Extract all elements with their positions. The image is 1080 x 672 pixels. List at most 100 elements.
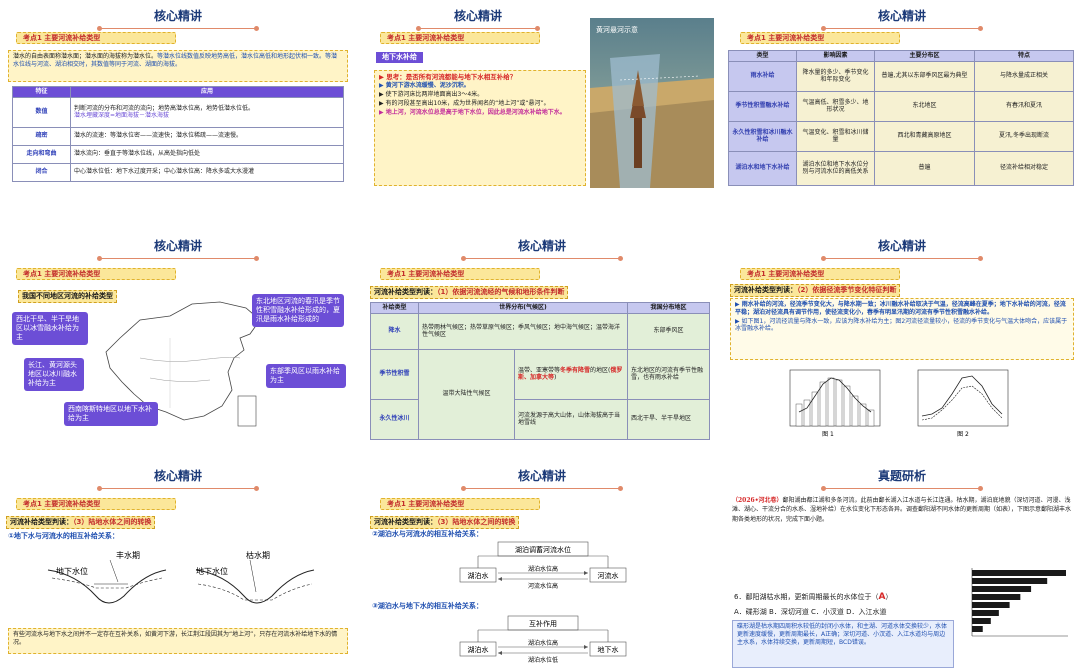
title-underline: [97, 255, 259, 261]
topic-bar: 考点1 主要河流补给类型: [16, 268, 176, 280]
table-row: 雨水补给 降水量的多少、季节变化和年际变化 普遍,尤其以东部季风区最为典型 与降…: [728, 60, 1074, 92]
cell-text: 判断河流的分布和河流的流向；地势高潜水位高，地势低潜水位低。: [74, 104, 255, 112]
point-2: ▶ 使下游河床比两岸地面高出3～4米。: [379, 91, 484, 99]
lake-river-diagram: 湖泊调蓄河流水位 湖泊水 河流水 湖泊水位高 河流水位高: [459, 541, 627, 590]
col-china: 我国分布地区: [627, 302, 710, 314]
callout-east-monsoon: 东部季风区以雨水补给为主: [266, 364, 346, 389]
cell: 温带、亚寒带等冬季有降雪的地区(俄罗斯、加拿大等): [514, 348, 628, 400]
cell: 河流发源于高大山体，山体海拔高于当地雪线: [514, 398, 628, 440]
callout-southwest: 西南喀斯特地区以地下水补给为主: [64, 402, 158, 427]
table-row: 闭合 中心潜水位低：地下水过度开采；中心潜水位高：降水多或大水漫灌: [12, 162, 344, 182]
slide-9: 真题研析 （2026•河北卷）鄱阳湖由都江湖和多条河流，此前由鄱长湖入江水道与长…: [728, 464, 1076, 672]
runoff-note: ▶ 雨水补给的河流，径流季节变化大，与降水期一致；冰川融水补给取决于气温，径流高…: [730, 298, 1074, 360]
row-head: 季节性积雪融水补给: [728, 90, 797, 122]
topic-bar: 考点1 主要河流补给类型: [380, 32, 540, 44]
title-underline: [461, 485, 623, 491]
slide-title: 核心精讲: [517, 239, 566, 253]
slide-title: 核心精讲: [453, 9, 502, 23]
judge-header: 河流补给类型判读：（1）依据河流流经的气候和地形条件判断: [370, 286, 569, 300]
row-head: 季节性积雪: [370, 348, 419, 400]
topic-bar: 考点1 主要河流补给类型: [16, 498, 176, 510]
table-row: 降水 热带雨林气候区；热带草原气候区；季风气候区；地中海气候区；温带海洋性气候区…: [370, 312, 710, 350]
callout-northwest: 西北干旱、半干旱地区以冰雪融水补给为主: [12, 312, 88, 346]
cell: 降水量的多少、季节变化和年际变化: [796, 60, 875, 92]
row-head: 疏密: [12, 126, 71, 146]
cell: 气温变化、积雪和冰川储量: [796, 120, 875, 152]
table-row: 季节性积雪融水补给 气温高低、积雪多少、地形状况 东北地区 有春汛和夏汛: [728, 90, 1074, 122]
arrow-lake-high-2: 湖泊水位高: [528, 639, 558, 647]
slide-2: 核心精讲 考点1 主要河流补给类型 地下水补给 ▶ 思考：是否所有河流都能与地下…: [368, 4, 716, 214]
box-groundwater: 地下水: [598, 645, 619, 654]
groundwater-label-1: 地下水位: [56, 566, 88, 576]
bar: [972, 610, 999, 616]
cell: 西北干旱、半干旱地区: [627, 398, 710, 440]
callout-northeast: 东北地区河流的春汛是季节性积雪融水补给形成的，夏汛是雨水补给形成的: [252, 294, 344, 328]
point-4: ▶ 地上河，河流水位总是高于地下水位，因此总是河流水补给地下水。: [379, 108, 566, 116]
topic-bar: 考点1 主要河流补给类型: [380, 268, 540, 280]
arrow-lake-high: 湖泊水位高: [528, 565, 558, 573]
slide-title: 核心精讲: [153, 239, 202, 253]
title-underline: [97, 25, 259, 31]
title-underline: [97, 485, 259, 491]
cell: 气温高低、积雪多少、地形状况: [796, 90, 875, 122]
col-world: 世界分布(气候区): [418, 302, 628, 314]
runoff-p1: ▶ 雨水补给的河流，径流季节变化大，与降水期一致；冰川融水补给取决于气温，径流高…: [735, 301, 1066, 316]
judge-header: 河流补给类型判读：（3）陆地水体之间的转换: [6, 516, 156, 530]
slide-6: 核心精讲 考点1 主要河流补给类型 河流补给类型判读：（2）依据径流季节变化特征…: [728, 234, 1076, 444]
river-groundwater-diagram: 丰水期 地下水位 枯水期 地下水位: [47, 550, 315, 604]
point-3: ▶ 有的河段甚至高出10米，成为世界闻名的“地上河”或“悬河”。: [379, 100, 550, 108]
cell: 夏汛,冬季出现断流: [974, 120, 1074, 152]
title-underline: [821, 485, 983, 491]
slide-title: 核心精讲: [877, 239, 926, 253]
bar: [972, 594, 1021, 600]
slide-title: 核心精讲: [877, 9, 926, 23]
climate-table: 补给类型 世界分布(气候区) 我国分布地区 降水 热带雨林气候区；热带草原气候区…: [370, 302, 710, 440]
row-head: 湖泊水和地下水补给: [728, 150, 797, 186]
section-sub-lake-ground: ③湖泊水与地下水的相互补给关系：: [372, 602, 483, 610]
arrow-river-high: 河流水位高: [528, 582, 558, 590]
topic-bar: 考点1 主要河流补给类型: [740, 268, 900, 280]
cell: 东部季风区: [627, 312, 710, 350]
think-note: ▶ 思考：是否所有河流都能与地下水相互补给？ ▶ 黄河下游水流缓慢、泥沙沉积。 …: [374, 70, 586, 186]
col-type: 补给类型: [370, 302, 419, 314]
cell: 热带雨林气候区；热带草原气候区；季风气候区；地中海气候区；温带海洋性气候区: [418, 312, 628, 350]
intro-note: 潜水的自由表面称潜水面；潜水面的海拔称为潜水位。等潜水位线数值反映地势高低，潜水…: [8, 50, 348, 82]
row-head: 数值: [12, 96, 71, 128]
bar: [972, 602, 1010, 608]
col-type: 类型: [728, 50, 797, 62]
row-cell: 中心潜水位低：地下水过度开采；中心潜水位高：降水多或大水漫灌: [70, 162, 344, 182]
runoff-figures: 图 1 图 2: [789, 369, 1009, 438]
bar: [972, 586, 1032, 592]
think-question: ▶ 思考：是否所有河流都能与地下水相互补给？: [379, 73, 517, 81]
table-row: 走向和弯曲 潜水流向：垂直于等潜水位线，从高处指向低处: [12, 144, 344, 164]
arrow-lake-low: 湖泊水位低: [528, 656, 558, 664]
bar: [972, 578, 1048, 584]
bar: [972, 626, 983, 632]
photo-caption: 黄河悬河示意: [596, 25, 638, 34]
runoff-p2: ▶ 如下图1，河流径流量与降水一致，应该为降水补给为主；图2河流径流量较小，径流…: [735, 317, 1068, 333]
row-head: 雨水补给: [728, 60, 797, 92]
title-underline: [461, 255, 623, 261]
box-lake: 湖泊水: [468, 571, 489, 580]
row-cell: 潜水的流速：等潜水位密——流速快；潜水位稀疏——流速慢。: [70, 126, 344, 146]
fig1-label: 图 1: [822, 431, 834, 438]
question-6: 6．鄱阳湖枯水期，更新周期最长的水体位于（A）: [734, 592, 893, 602]
slide-title: 核心精讲: [153, 9, 202, 23]
slide-3: 核心精讲 考点1 主要河流补给类型 类型 影响因素 主要分布区 特点 雨水补给 …: [728, 4, 1076, 214]
topic-bar: 考点1 主要河流补给类型: [380, 498, 540, 510]
cell: 东北地区的河流有季节性融雪，也有雨水补给: [627, 348, 710, 400]
table-row: 湖泊水和地下水补给 湖泊水位和地下水水位分别与河流水位的高低关系 普遍 径流补给…: [728, 150, 1074, 186]
col-feature: 特征: [12, 86, 71, 98]
topic-bar: 考点1 主要河流补给类型: [16, 32, 176, 44]
row-head: 永久性积雪和冰川融水补给: [728, 120, 797, 152]
slide-8: 核心精讲 考点1 主要河流补给类型 河流补给类型判读：（3）陆地水体之间的转换 …: [368, 464, 716, 672]
feature-table: 特征 应用 数值 判断河流的分布和河流的流向；地势高潜水位高，地势低潜水位低。潜…: [12, 86, 344, 182]
table-row: 疏密 潜水的流速：等潜水位密——流速快；潜水位稀疏——流速慢。: [12, 126, 344, 146]
callout-source: 长江、黄河源头地区以冰川融水补给为主: [24, 358, 84, 392]
section-tag: 地下水补给: [376, 52, 423, 64]
box-regulate: 湖泊调蓄河流水位: [515, 545, 571, 554]
row-cell: 判断河流的分布和河流的流向；地势高潜水位高，地势低潜水位低。 潜水埋藏深度=地面海…: [70, 96, 344, 128]
cell: 普遍: [874, 150, 975, 186]
groundwater-label-2: 地下水位: [196, 566, 228, 576]
slide-1: 核心精讲 考点1 主要河流补给类型 潜水的自由表面称潜水面；潜水面的海拔称为潜水…: [4, 4, 352, 214]
